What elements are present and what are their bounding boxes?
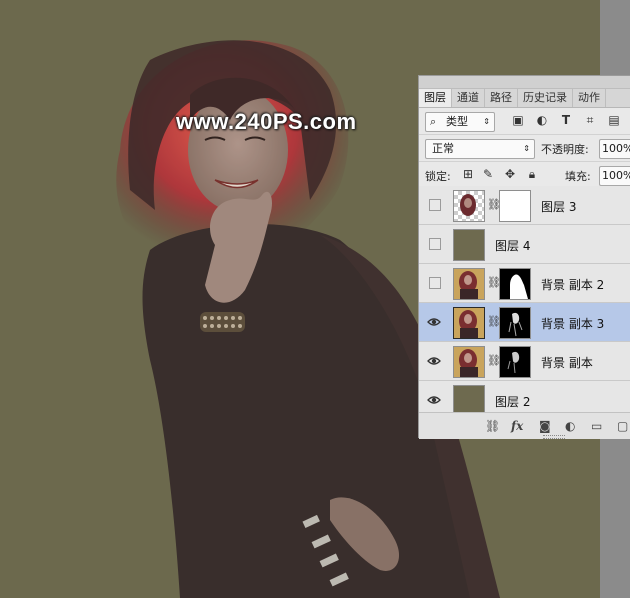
blend-opacity-row: 正常 ⇕ 不透明度: 100% — [419, 135, 630, 162]
lock-fill-row: 锁定: ⊞ ✎ ✥ 🔒︎ 填充: 100% — [419, 162, 630, 189]
panel-title-bar[interactable] — [419, 76, 630, 89]
blend-mode-value: 正常 — [432, 142, 454, 155]
filter-adjustment-icon[interactable]: ◐ — [535, 113, 549, 127]
layer-name: 背景 副本 2 — [541, 278, 605, 292]
filter-shape-icon[interactable]: ⌗ — [583, 113, 597, 127]
layer-mask-thumbnail[interactable] — [499, 190, 531, 222]
mask-link-icon[interactable]: ⛓ — [487, 276, 501, 290]
layer-filter-row: ⌕ 类型 ⇕ ▣ ◐ T ⌗ ▤ — [419, 108, 630, 135]
layer-name: 图层 3 — [541, 200, 577, 214]
new-layer-icon[interactable]: ▢ — [617, 419, 628, 433]
layer-thumbnail — [453, 268, 485, 300]
lock-transparent-icon[interactable]: ⊞ — [461, 167, 475, 181]
fill-value: 100% — [602, 169, 630, 182]
layers-panel[interactable]: 图层 通道 路径 历史记录 动作 ⌕ 类型 ⇕ ▣ ◐ T ⌗ ▤ 正常 ⇕ 不… — [418, 75, 630, 439]
layers-panel-footer: ⛓ fx ◙ ◐ ▭ ▢ — [419, 412, 630, 439]
layer-mask-thumbnail[interactable] — [499, 346, 531, 378]
filter-kind-select[interactable]: ⌕ 类型 ⇕ — [425, 112, 495, 132]
filter-pixel-icon[interactable]: ▣ — [511, 113, 525, 127]
updown-arrows-icon: ⇕ — [483, 117, 490, 126]
layer-thumbnail — [453, 229, 485, 261]
fx-icon[interactable]: fx — [511, 419, 523, 433]
lock-position-icon[interactable]: ✥ — [503, 167, 517, 181]
filter-smart-object-icon[interactable]: ▤ — [607, 113, 621, 127]
search-icon: ⌕ — [430, 115, 437, 128]
visibility-toggle-off[interactable] — [429, 277, 441, 289]
eye-icon[interactable] — [427, 354, 441, 368]
visibility-toggle-off[interactable] — [429, 199, 441, 211]
fill-input[interactable]: 100% — [599, 166, 630, 186]
add-mask-icon[interactable]: ◙ — [539, 419, 551, 433]
visibility-toggle-off[interactable] — [429, 238, 441, 250]
lock-all-icon[interactable]: 🔒︎ — [525, 167, 539, 181]
layer-row-background-copy3[interactable]: ⛓ 背景 副本 3 — [419, 303, 630, 342]
layers-list: ⛓ 图层 3 图层 4 ⛓ 背景 副本 2 ⛓ 背景 副本 3 ⛓ 背景 副本 … — [419, 186, 630, 420]
layer-row-layer3[interactable]: ⛓ 图层 3 — [419, 186, 630, 225]
layer-row-layer4[interactable]: 图层 4 — [419, 225, 630, 264]
tab-history[interactable]: 历史记录 — [518, 89, 573, 107]
layer-name: 图层 2 — [495, 395, 531, 409]
panel-tabs: 图层 通道 路径 历史记录 动作 — [419, 89, 630, 108]
panel-resize-grip[interactable] — [543, 435, 565, 439]
filter-kind-label: 类型 — [446, 115, 468, 128]
layer-thumbnail — [453, 346, 485, 378]
layer-row-background-copy2[interactable]: ⛓ 背景 副本 2 — [419, 264, 630, 303]
lock-label: 锁定: — [425, 170, 451, 183]
mask-link-icon[interactable]: ⛓ — [487, 198, 501, 212]
updown-arrows-icon: ⇕ — [523, 144, 530, 153]
layer-mask-thumbnail[interactable] — [499, 268, 531, 300]
tab-paths[interactable]: 路径 — [485, 89, 518, 107]
tab-channels[interactable]: 通道 — [452, 89, 485, 107]
layer-mask-thumbnail[interactable] — [499, 307, 531, 339]
layer-name: 背景 副本 — [541, 356, 593, 370]
adjustment-icon[interactable]: ◐ — [565, 419, 575, 433]
group-folder-icon[interactable]: ▭ — [591, 419, 602, 433]
link-icon[interactable]: ⛓ — [485, 419, 500, 433]
opacity-input[interactable]: 100% — [599, 139, 630, 159]
opacity-value: 100% — [602, 142, 630, 155]
opacity-label: 不透明度: — [541, 143, 589, 156]
eye-icon[interactable] — [427, 315, 441, 329]
tab-layers[interactable]: 图层 — [419, 89, 452, 107]
fill-label: 填充: — [565, 170, 591, 183]
mask-link-icon[interactable]: ⛓ — [487, 315, 501, 329]
filter-type-icon[interactable]: T — [559, 113, 573, 127]
eye-icon[interactable] — [427, 393, 441, 407]
layer-name: 图层 4 — [495, 239, 531, 253]
layer-name: 背景 副本 3 — [541, 317, 605, 331]
layer-thumbnail — [453, 307, 485, 339]
tab-actions[interactable]: 动作 — [573, 89, 606, 107]
mask-link-icon[interactable]: ⛓ — [487, 354, 501, 368]
blend-mode-select[interactable]: 正常 ⇕ — [425, 139, 535, 159]
layer-thumbnail — [453, 190, 485, 222]
lock-image-brush-icon[interactable]: ✎ — [481, 167, 495, 181]
layer-row-background-copy[interactable]: ⛓ 背景 副本 — [419, 342, 630, 381]
watermark-text: www.240PS.com — [176, 109, 357, 134]
